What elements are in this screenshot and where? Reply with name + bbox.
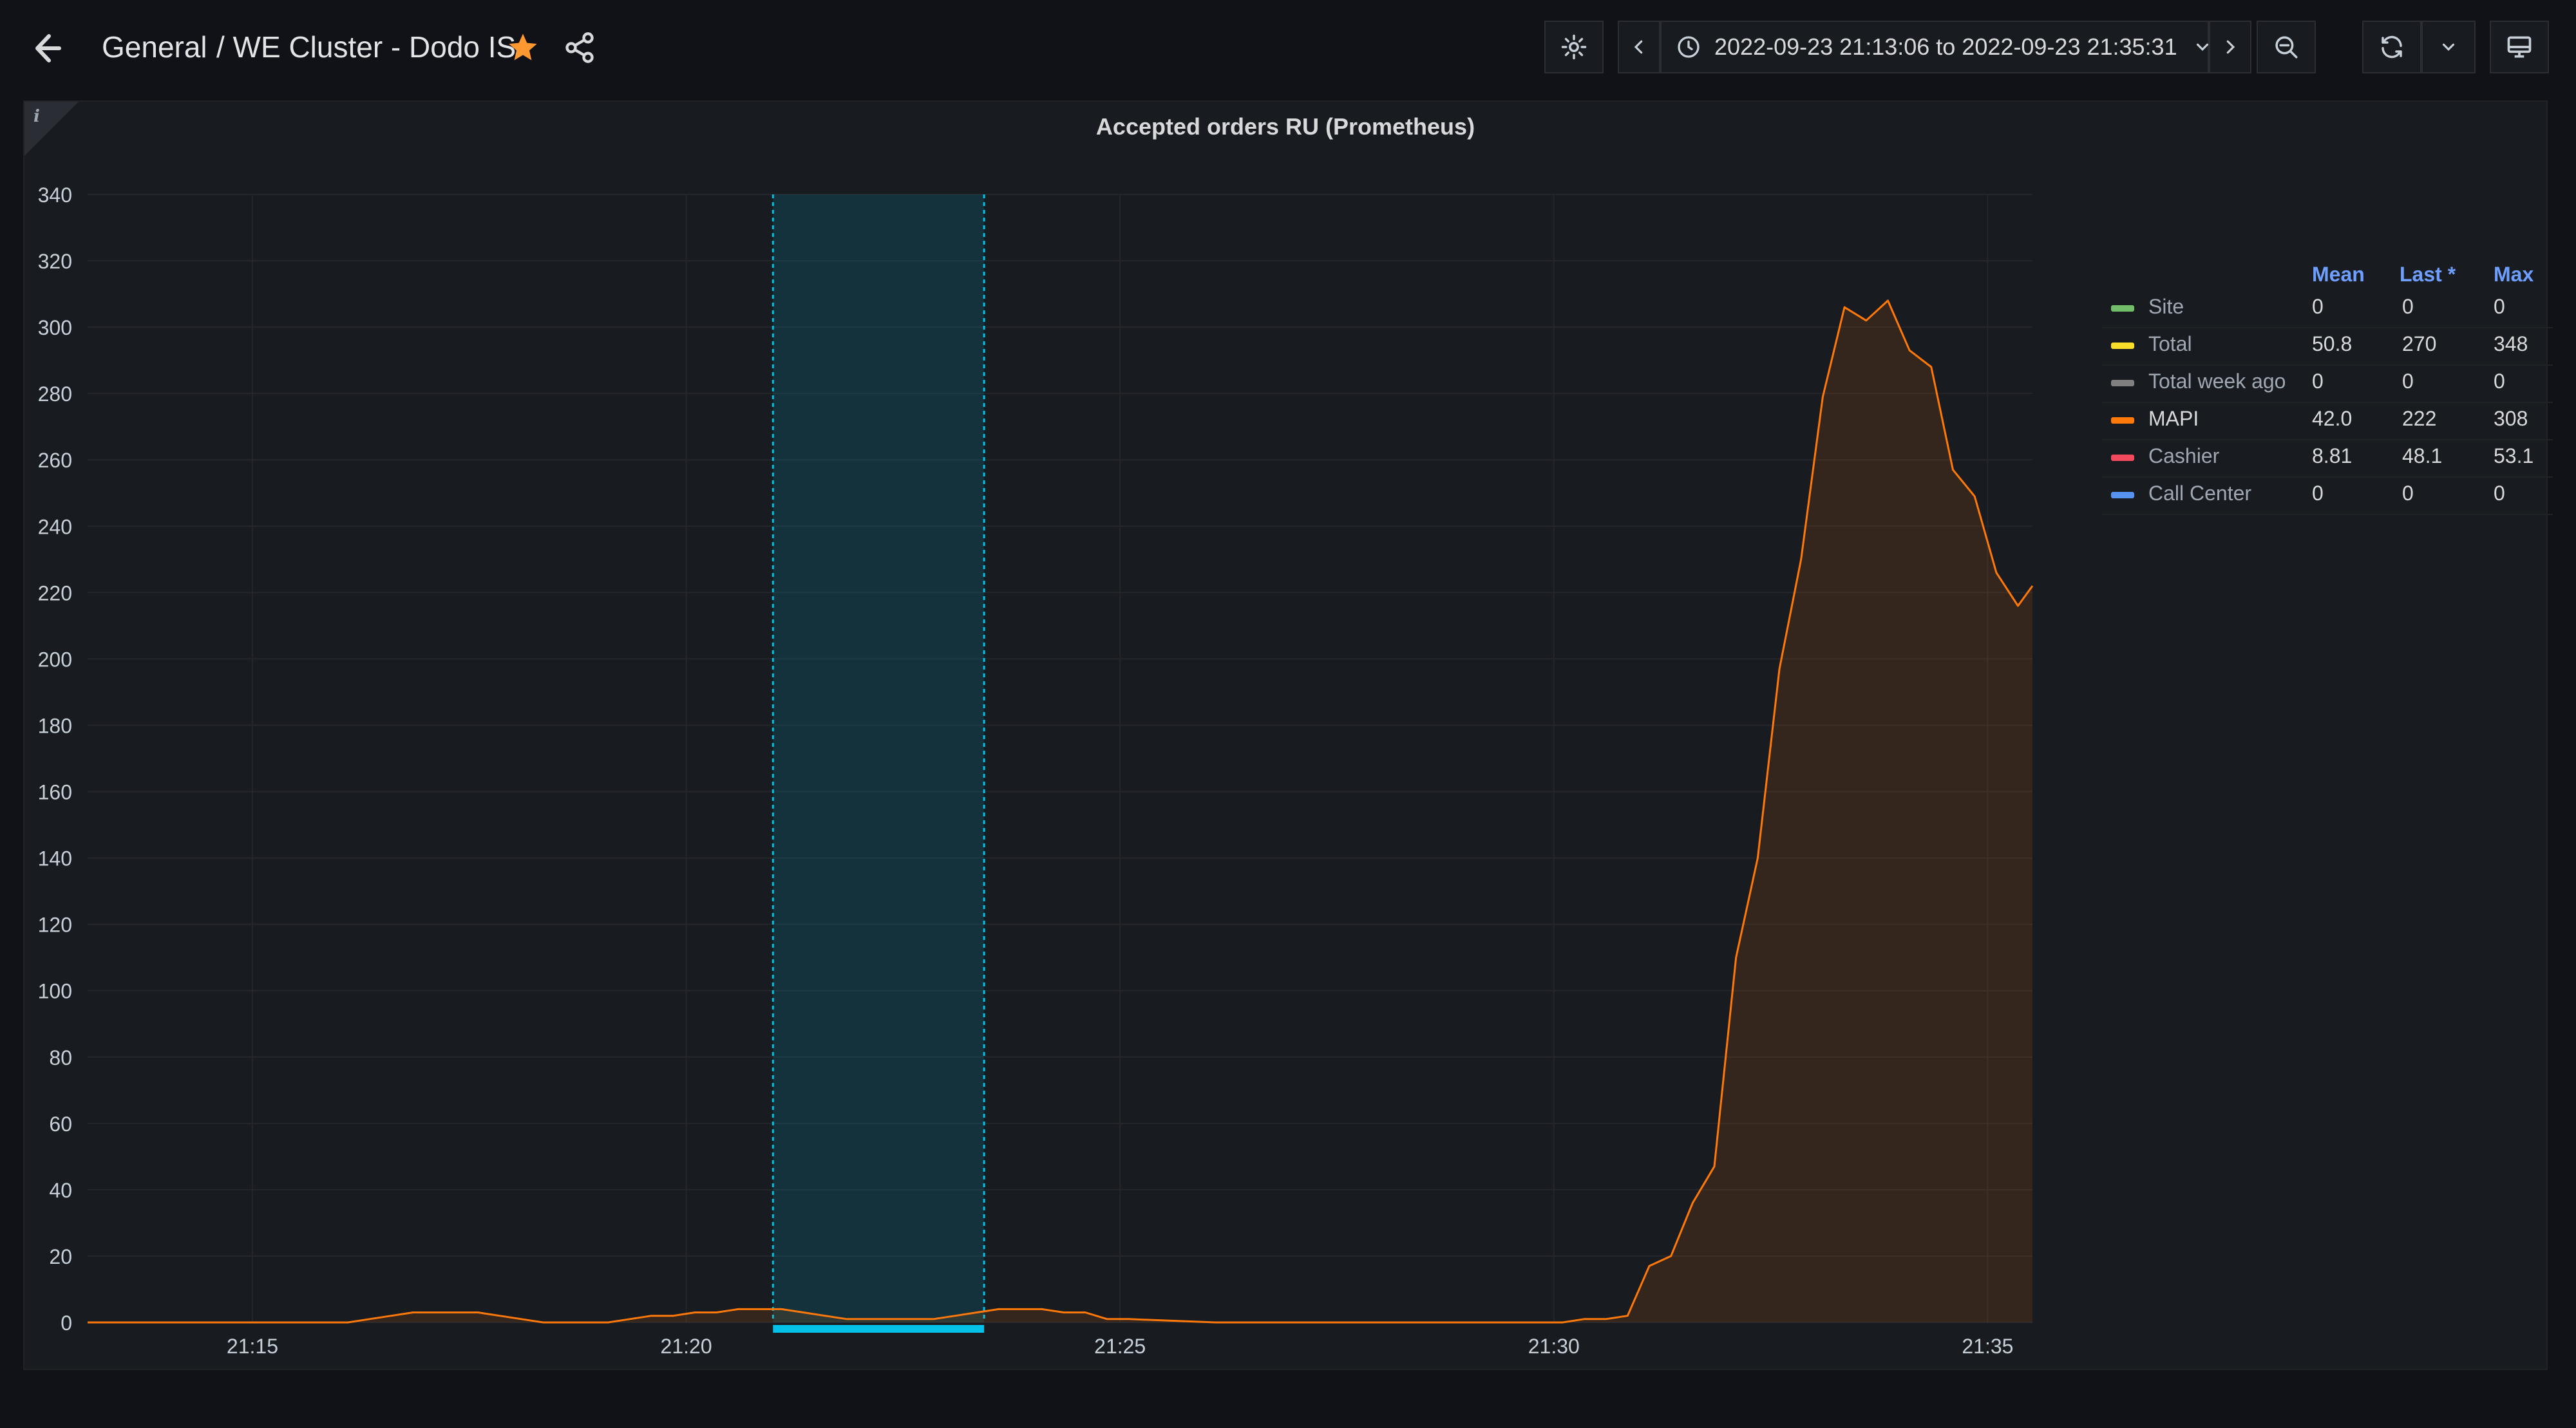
legend-series-name[interactable]: Cashier bbox=[2148, 444, 2219, 468]
legend-max: 348 bbox=[2494, 332, 2528, 355]
y-tick-label: 160 bbox=[38, 781, 72, 804]
legend-max: 0 bbox=[2494, 370, 2505, 393]
series-area-mapi bbox=[88, 300, 2032, 1322]
legend-max: 0 bbox=[2494, 482, 2505, 505]
legend-row-total[interactable]: Total 50.8 270 348 bbox=[2102, 327, 2553, 366]
refresh-icon bbox=[2382, 35, 2402, 59]
legend-last: 270 bbox=[2402, 332, 2437, 355]
clock-icon bbox=[1678, 36, 1700, 58]
legend-header-max[interactable]: Max bbox=[2494, 263, 2533, 287]
legend-mean: 8.81 bbox=[2312, 444, 2353, 467]
y-tick-label: 340 bbox=[38, 183, 72, 207]
y-tick-label: 200 bbox=[38, 648, 72, 671]
chart-series bbox=[88, 299, 2034, 1324]
chevron-right-icon bbox=[2226, 40, 2235, 54]
x-tick-label: 21:30 bbox=[1528, 1335, 1580, 1358]
y-tick-label: 40 bbox=[49, 1179, 72, 1202]
legend-mean: 0 bbox=[2312, 370, 2324, 393]
zoom-out-icon bbox=[2275, 36, 2298, 59]
share-dashboard-button[interactable] bbox=[563, 31, 596, 64]
legend-series-name[interactable]: Site bbox=[2148, 295, 2184, 319]
gear-icon bbox=[1561, 34, 1587, 60]
y-axis-ticks: 0 20 40 60 80 100 120 140 160 180 200 220 240 260 280 3… bbox=[38, 183, 72, 1335]
x-tick-label: 21:20 bbox=[661, 1335, 712, 1358]
legend-series-name[interactable]: MAPI bbox=[2148, 407, 2199, 431]
legend-series-name[interactable]: Total week ago bbox=[2148, 370, 2286, 393]
dashboard-settings-button[interactable] bbox=[1544, 21, 1604, 73]
x-tick-label: 21:35 bbox=[1962, 1335, 2013, 1358]
legend-last: 0 bbox=[2402, 295, 2414, 318]
y-tick-label: 20 bbox=[49, 1245, 72, 1268]
chevron-left-icon bbox=[1634, 40, 1643, 54]
zoom-out-button[interactable] bbox=[2257, 21, 2316, 73]
y-tick-label: 260 bbox=[38, 449, 72, 472]
legend-mean: 42.0 bbox=[2312, 407, 2353, 430]
time-range-back-button[interactable] bbox=[1618, 21, 1660, 73]
y-tick-label: 100 bbox=[38, 980, 72, 1003]
y-tick-label: 300 bbox=[38, 316, 72, 339]
legend-max: 308 bbox=[2494, 407, 2528, 430]
legend-swatch[interactable] bbox=[2111, 417, 2134, 424]
share-icon bbox=[565, 32, 594, 63]
refresh-interval-dropdown[interactable] bbox=[2421, 21, 2476, 73]
x-axis-ticks: 21:15 21:20 21:25 21:30 21:35 bbox=[227, 1335, 2014, 1358]
view-mode-button[interactable] bbox=[2490, 21, 2549, 73]
top-navbar: General / WE Cluster - Dodo IS 2022-09-2… bbox=[0, 0, 2576, 94]
refresh-button[interactable] bbox=[2362, 21, 2421, 73]
legend-swatch[interactable] bbox=[2111, 380, 2134, 386]
time-range-forward-button[interactable] bbox=[2209, 21, 2251, 73]
area-chart[interactable]: 0 20 40 60 80 100 120 140 160 180 200 220 240 260 280 3… bbox=[24, 102, 2085, 1370]
selection-marker bbox=[773, 1325, 985, 1333]
legend-swatch[interactable] bbox=[2111, 492, 2134, 498]
legend-header-mean[interactable]: Mean bbox=[2312, 263, 2365, 287]
legend-mean: 50.8 bbox=[2312, 332, 2353, 355]
breadcrumb-folder[interactable]: General bbox=[102, 26, 207, 68]
selected-region bbox=[772, 194, 985, 1333]
legend-row-mapi[interactable]: MAPI 42.0 222 308 bbox=[2102, 402, 2553, 440]
legend-row-total-week-ago[interactable]: Total week ago 0 0 0 bbox=[2102, 364, 2553, 403]
legend-last: 0 bbox=[2402, 482, 2414, 505]
x-tick-label: 21:25 bbox=[1094, 1335, 1146, 1358]
legend-max: 53.1 bbox=[2494, 444, 2534, 467]
legend-mean: 0 bbox=[2312, 482, 2324, 505]
time-range-label: 2022-09-23 21:13:06 to 2022-09-23 21:35:… bbox=[1714, 33, 2177, 60]
selection-area bbox=[773, 194, 985, 1322]
legend-series-name[interactable]: Call Center bbox=[2148, 482, 2251, 505]
legend-row-call-center[interactable]: Call Center 0 0 0 bbox=[2102, 476, 2553, 515]
legend-series-name[interactable]: Total bbox=[2148, 332, 2192, 356]
arrow-left-icon bbox=[35, 34, 61, 62]
monitor-icon bbox=[2507, 36, 2532, 58]
y-tick-label: 120 bbox=[38, 914, 72, 937]
y-tick-label: 280 bbox=[38, 382, 72, 406]
legend-max: 0 bbox=[2494, 295, 2505, 318]
y-tick-label: 220 bbox=[38, 581, 72, 605]
y-tick-label: 0 bbox=[61, 1311, 72, 1335]
mark-favorite-button[interactable] bbox=[506, 31, 540, 64]
legend-last: 222 bbox=[2402, 407, 2437, 430]
y-tick-label: 60 bbox=[49, 1113, 72, 1136]
legend-last: 48.1 bbox=[2402, 444, 2443, 467]
back-button[interactable] bbox=[30, 26, 75, 71]
legend-last: 0 bbox=[2402, 370, 2414, 393]
legend-row-cashier[interactable]: Cashier 8.81 48.1 53.1 bbox=[2102, 439, 2553, 478]
dashboard-title[interactable]: / WE Cluster - Dodo IS bbox=[216, 26, 516, 68]
graph-panel: i Accepted orders RU (Prometheus) 0 20 40 6… bbox=[23, 100, 2553, 1370]
time-range-picker[interactable]: 2022-09-23 21:13:06 to 2022-09-23 21:35:… bbox=[1660, 21, 2209, 73]
legend-header-last[interactable]: Last * bbox=[2400, 263, 2456, 287]
legend-row-site[interactable]: Site 0 0 0 bbox=[2102, 290, 2553, 328]
legend-swatch[interactable] bbox=[2111, 305, 2134, 312]
legend-swatch[interactable] bbox=[2111, 455, 2134, 461]
legend-mean: 0 bbox=[2312, 295, 2324, 318]
y-tick-label: 140 bbox=[38, 847, 72, 870]
x-tick-label: 21:15 bbox=[227, 1335, 278, 1358]
y-tick-label: 80 bbox=[49, 1046, 72, 1069]
chevron-down-icon bbox=[2442, 43, 2455, 51]
y-tick-label: 240 bbox=[38, 515, 72, 538]
y-tick-label: 320 bbox=[38, 250, 72, 273]
y-tick-label: 180 bbox=[38, 714, 72, 737]
legend-swatch[interactable] bbox=[2111, 343, 2134, 349]
star-icon bbox=[509, 33, 537, 61]
